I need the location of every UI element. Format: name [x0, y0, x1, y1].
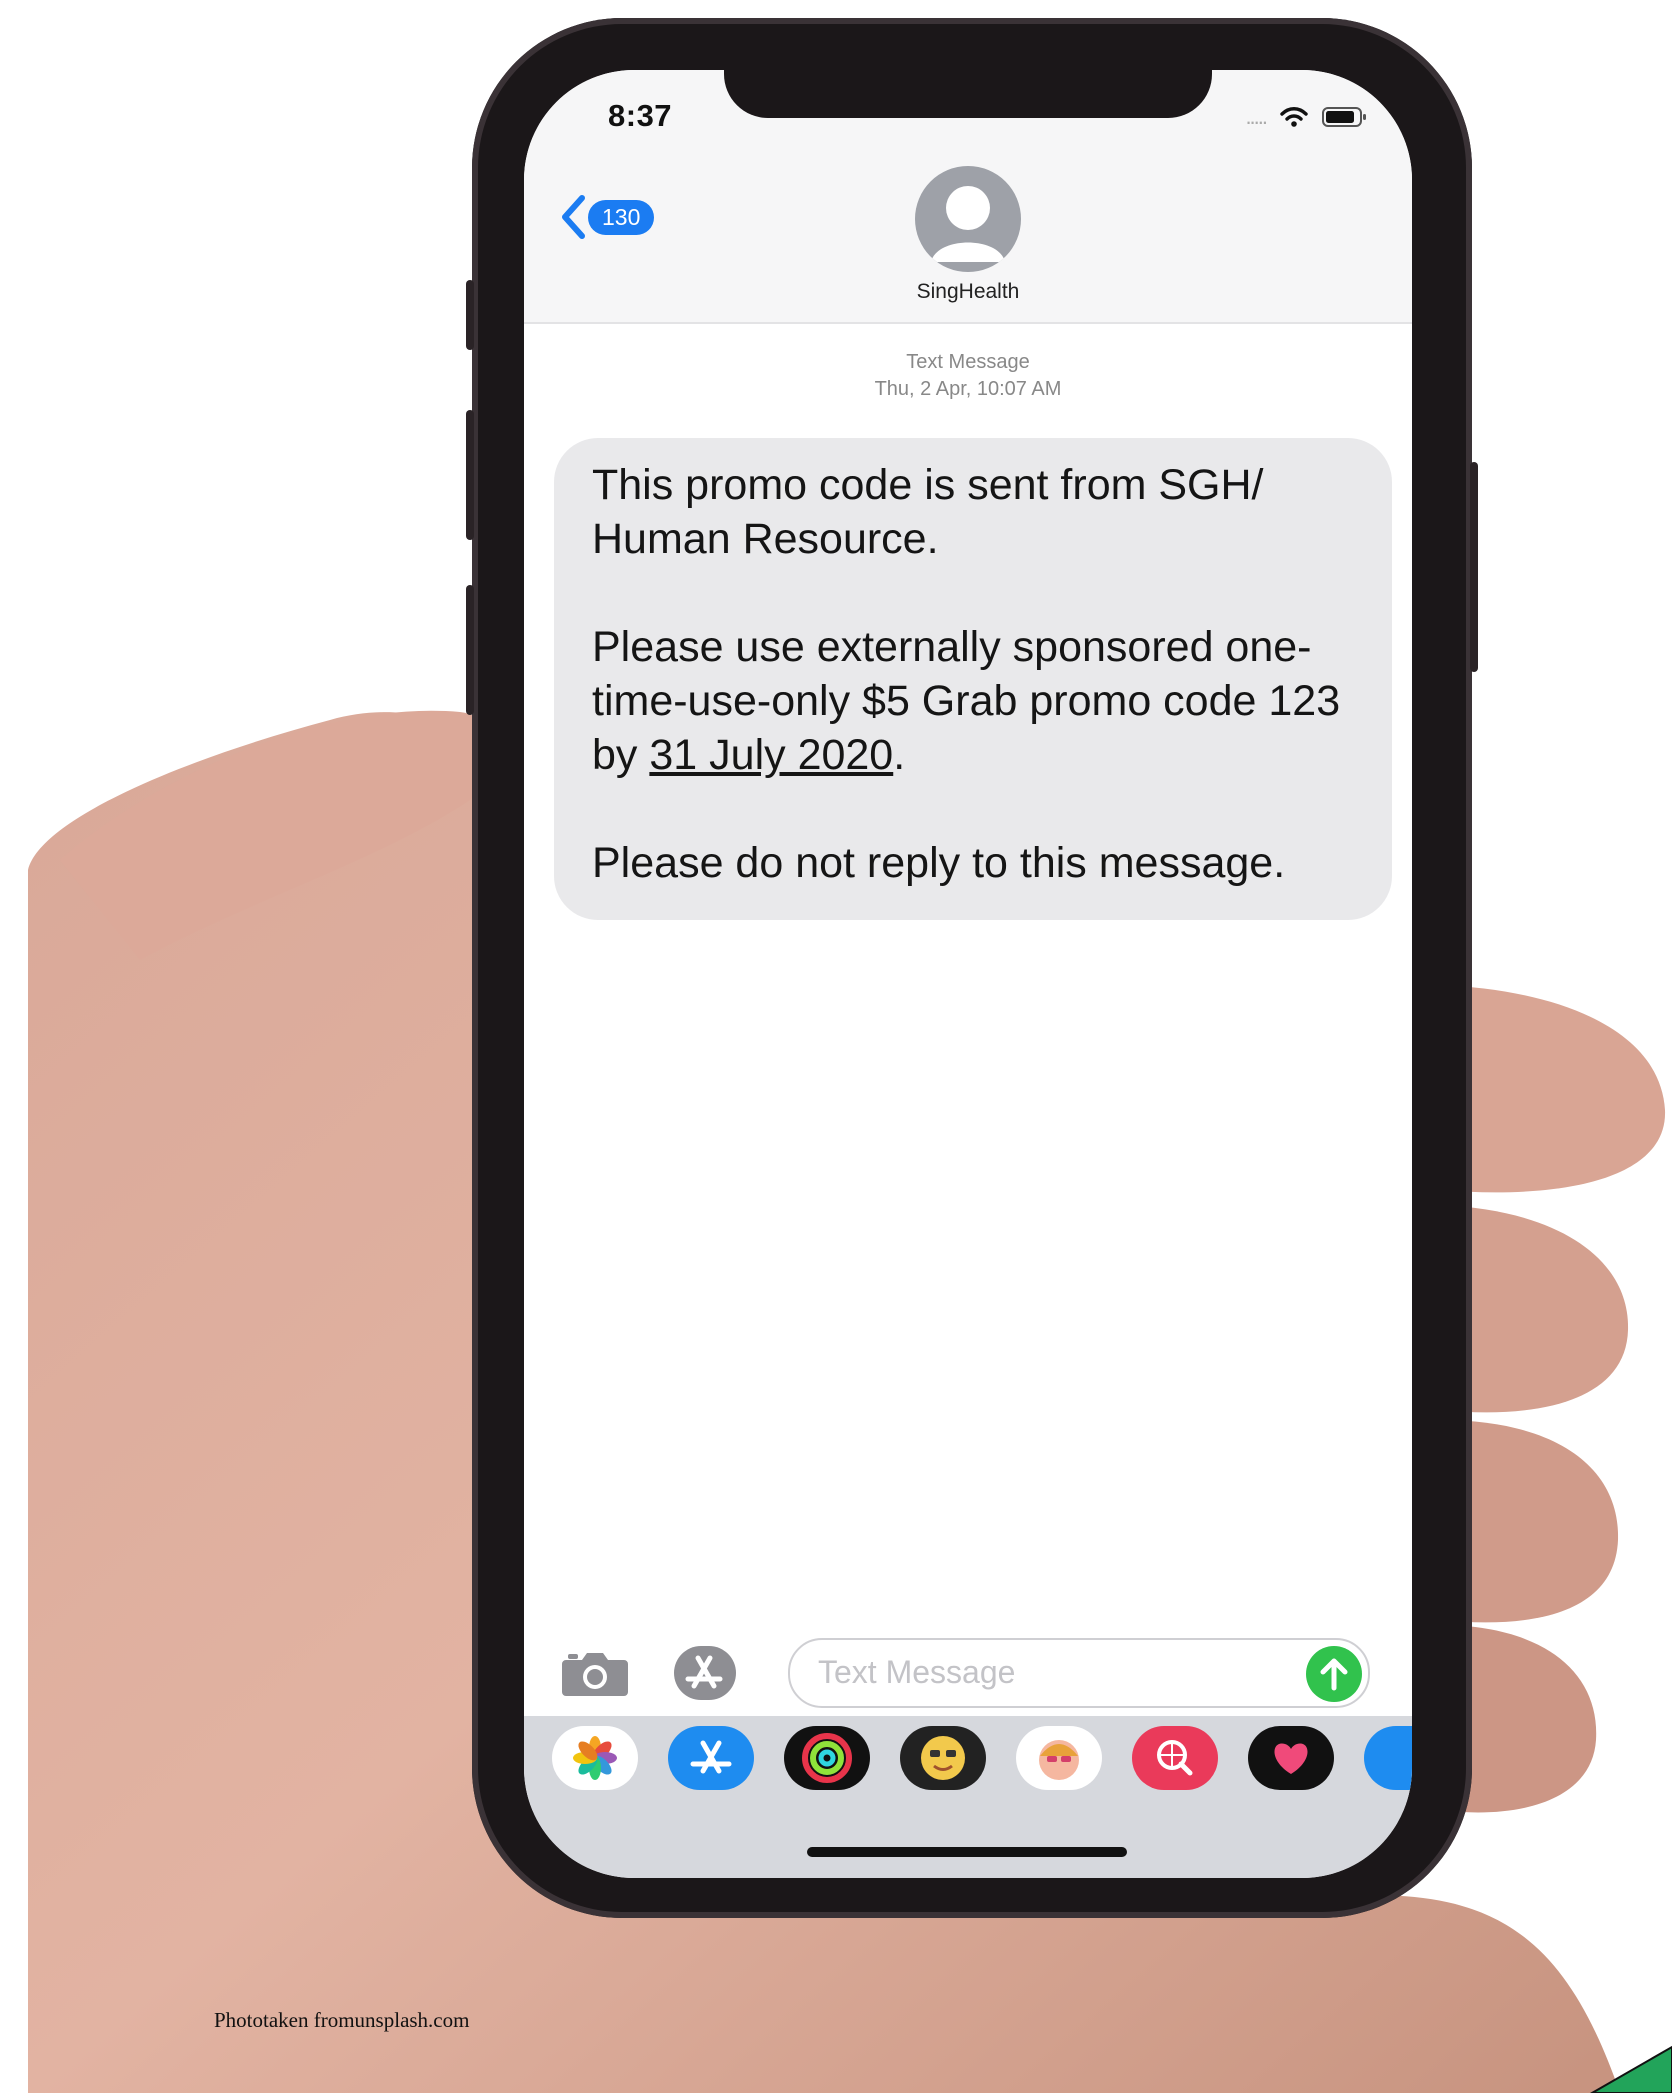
phone-volume-down-button [466, 585, 474, 715]
phone-screen: 130 SingHealth 8:37 ..... Text Message T… [524, 70, 1412, 1878]
photos-app-icon[interactable] [552, 1726, 638, 1790]
memoji-sticker-icon[interactable] [1016, 1726, 1102, 1790]
app-store-icon[interactable] [668, 1726, 754, 1790]
phone-notch [724, 70, 1212, 118]
phone-power-button [1470, 462, 1478, 672]
photo-credit: Phototaken fromunsplash.com [214, 2008, 470, 2032]
battery-icon [1322, 107, 1366, 127]
contact-avatar[interactable] [915, 166, 1021, 272]
message-input-placeholder: Text Message [818, 1654, 1016, 1690]
apps-button[interactable] [674, 1646, 736, 1700]
chevron-left-icon [562, 195, 585, 239]
composer-row: Text Message [524, 1638, 1412, 1718]
status-time: 8:37 [608, 98, 673, 133]
more-app-icon[interactable] [1364, 1726, 1412, 1790]
web-search-icon[interactable] [1132, 1726, 1218, 1790]
app-store-a-icon [685, 1655, 723, 1689]
send-button[interactable] [1306, 1646, 1362, 1702]
heart-music-icon[interactable] [1248, 1726, 1334, 1790]
message-paragraph-1: This promo code is sent from SGH/ Human … [592, 461, 1264, 563]
contact-name[interactable]: SingHealth [524, 280, 1412, 304]
camera-button[interactable] [560, 1650, 630, 1703]
message-bubble[interactable]: This promo code is sent from SGH/ Human … [554, 438, 1392, 920]
camera-icon [562, 1653, 628, 1696]
person-icon [931, 186, 1005, 262]
status-icons: ..... [1245, 104, 1368, 130]
back-button[interactable]: 130 [560, 194, 655, 240]
home-indicator [807, 1847, 1127, 1857]
message-meta: Text Message Thu, 2 Apr, 10:07 AM [524, 349, 1412, 403]
unread-count-badge: 130 [588, 199, 655, 235]
phone-side-button [466, 280, 474, 350]
message-timestamp: Thu, 2 Apr, 10:07 AM [874, 378, 1062, 400]
signal-dots-icon: ..... [1245, 104, 1268, 129]
memoji-icon[interactable] [900, 1726, 986, 1790]
message-type-label: Text Message [906, 351, 1030, 373]
wifi-icon [1280, 107, 1308, 127]
phone-volume-up-button [466, 410, 474, 540]
green-arrow-shape [1589, 2045, 1672, 2093]
message-paragraph-2: Please use externally sponsored one-time… [592, 620, 1352, 782]
arrow-up-icon [1320, 1658, 1348, 1691]
message-input[interactable]: Text Message [788, 1638, 1370, 1708]
date-link[interactable]: 31 July 2020 [649, 731, 893, 779]
message-paragraph-2-end: . [893, 731, 906, 779]
activity-icon[interactable] [784, 1726, 870, 1790]
message-paragraph-3: Please do not reply to this message. [592, 839, 1286, 887]
app-icon-row [552, 1726, 1412, 1790]
